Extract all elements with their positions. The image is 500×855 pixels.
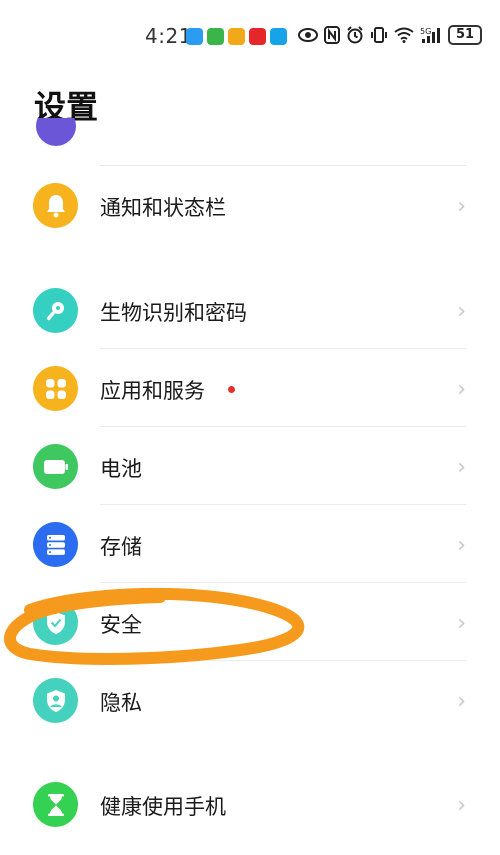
menu-item-battery[interactable]: 电池 › xyxy=(0,427,500,505)
battery-indicator: 51 xyxy=(448,25,482,45)
shield-icon xyxy=(33,600,78,645)
chevron-right-icon: › xyxy=(457,793,466,818)
svg-text:5G: 5G xyxy=(420,27,431,36)
chevron-right-icon: › xyxy=(457,299,466,324)
vibrate-icon xyxy=(371,27,387,43)
menu-item-label: 应用和服务 xyxy=(100,379,205,403)
menu-item-security[interactable]: 安全 › xyxy=(0,583,500,661)
menu-item-privacy[interactable]: 隐私 › xyxy=(0,661,500,739)
menu-item-apps[interactable]: 应用和服务 › xyxy=(0,349,500,427)
menu-item-label: 电池 xyxy=(100,457,142,481)
status-time: 4:21 xyxy=(145,24,192,48)
menu-item-storage[interactable]: 存储 › xyxy=(0,505,500,583)
system-icons: 5G 51 xyxy=(298,25,482,45)
partial-menu-icon xyxy=(36,118,76,148)
new-badge-dot xyxy=(228,386,235,393)
bell-icon xyxy=(33,183,78,228)
menu-item-biometric[interactable]: 生物识别和密码 › xyxy=(0,271,500,349)
nfc-icon xyxy=(324,26,340,44)
chevron-right-icon: › xyxy=(457,533,466,558)
alarm-icon xyxy=(347,26,363,44)
chevron-right-icon: › xyxy=(457,455,466,480)
menu-item-label: 健康使用手机 xyxy=(100,795,226,819)
message-icon xyxy=(186,28,203,45)
stock-app-icon xyxy=(249,28,266,45)
chevron-right-icon: › xyxy=(457,194,466,219)
key-icon xyxy=(33,288,78,333)
chevron-right-icon: › xyxy=(457,689,466,714)
apps-grid-icon xyxy=(33,366,78,411)
storage-icon xyxy=(33,522,78,567)
menu-item-label: 通知和状态栏 xyxy=(100,196,226,220)
menu-item-notification[interactable]: 通知和状态栏 › xyxy=(0,166,500,244)
privacy-shield-icon xyxy=(33,678,78,723)
menu-item-label: 隐私 xyxy=(100,691,142,715)
battery-icon xyxy=(33,444,78,489)
menu-item-label: 生物识别和密码 xyxy=(100,301,247,325)
wifi-icon xyxy=(394,27,414,43)
translate-app-icon xyxy=(270,28,287,45)
menu-item-label: 安全 xyxy=(100,613,142,637)
chat-icon xyxy=(207,28,224,45)
menu-item-wellbeing[interactable]: 健康使用手机 › xyxy=(0,765,500,843)
menu-item-label: 存储 xyxy=(100,535,142,559)
hourglass-icon xyxy=(33,782,78,827)
notification-icons xyxy=(186,28,287,45)
status-bar: 4:21 5G 51 xyxy=(0,0,500,76)
chevron-right-icon: › xyxy=(457,611,466,636)
eye-icon xyxy=(298,28,318,42)
weibo-icon xyxy=(228,28,245,45)
chevron-right-icon: › xyxy=(457,377,466,402)
signal-5g-icon: 5G xyxy=(420,27,440,43)
